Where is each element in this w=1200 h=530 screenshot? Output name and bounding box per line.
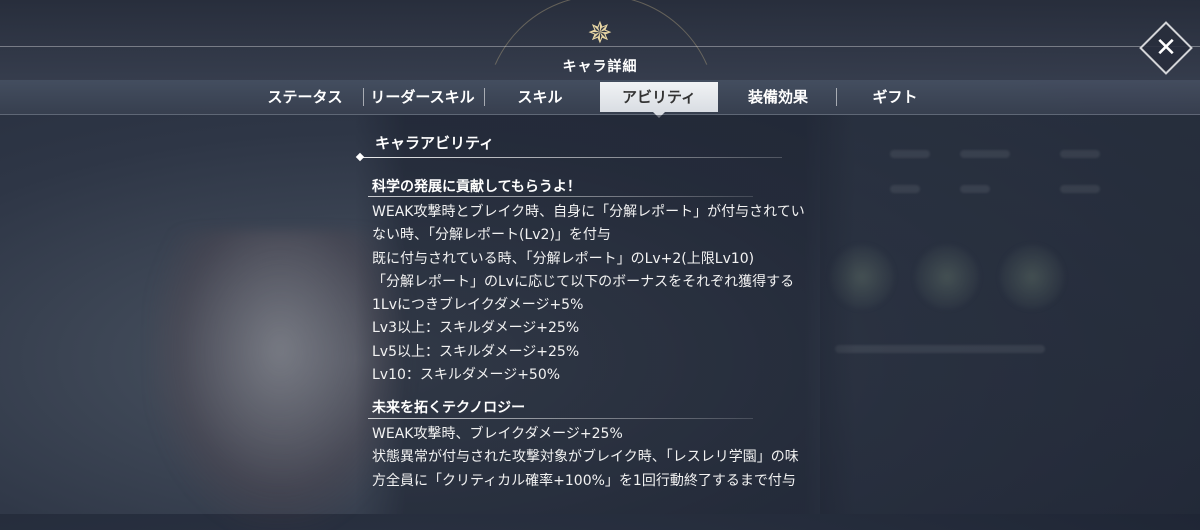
tab-gift[interactable]: ギフト: [845, 80, 945, 114]
ability-line: 状態異常が付与された攻撃対象がブレイク時、「レスレリ学園」の味: [372, 449, 799, 466]
ability-line: 方全員に「クリティカル確率+100%」を1回行動終了するまで付与: [372, 472, 796, 489]
tab-status[interactable]: ステータス: [255, 80, 355, 114]
compass-star-icon: ✵: [587, 16, 613, 51]
ability-description: WEAK攻撃時とブレイク時、自身に「分解レポート」が付与されてい ない時、「分解…: [372, 201, 805, 387]
background-equipment-slot: [915, 245, 979, 309]
tab-separator: [484, 88, 485, 106]
tab-separator: [363, 88, 364, 106]
tab-leader-skill[interactable]: リーダースキル: [365, 80, 480, 114]
background-equipment-slot: [1000, 245, 1064, 309]
background-blur-text: [1060, 185, 1100, 193]
ability-name: 未来を拓くテクノロジー: [372, 400, 526, 416]
ability-line: WEAK攻撃時とブレイク時、自身に「分解レポート」が付与されてい: [372, 204, 805, 220]
ability-divider: [368, 196, 753, 197]
tab-skill[interactable]: スキル: [490, 80, 590, 114]
ability-divider: [368, 418, 753, 419]
ability-line: ない時、「分解レポート(Lv2)」を付与: [372, 227, 611, 244]
ability-line: 既に付与されている時、「分解レポート」のLv+2(上限Lv10): [372, 250, 755, 267]
background-blur-text: [890, 185, 920, 193]
background-blur-text: [890, 150, 930, 158]
ability-line: Lv10：スキルダメージ+50%: [372, 367, 561, 384]
background-blur-text: [835, 345, 1045, 353]
tab-equipment-effect[interactable]: 装備効果: [728, 80, 828, 114]
section-title: キャラアビリティ: [375, 134, 495, 152]
section-divider: [362, 157, 782, 158]
ability-line: Lv5以上：スキルダメージ+25%: [372, 343, 580, 360]
tab-ability[interactable]: アビリティ: [600, 82, 718, 112]
ability-line: 「分解レポート」のLvに応じて以下のボーナスをそれぞれ獲得する: [372, 273, 795, 290]
ability-line: Lv3以上：スキルダメージ+25%: [372, 320, 580, 337]
ability-description: WEAK攻撃時、ブレイクダメージ+25% 状態異常が付与された攻撃対象がブレイク…: [372, 423, 799, 493]
tab-separator: [836, 88, 837, 106]
ability-line: 1Lvにつきブレイクダメージ+5%: [372, 297, 584, 314]
page-title: キャラ詳細: [562, 59, 638, 75]
ability-name: 科学の発展に貢献してもらうよ！: [372, 179, 581, 195]
background-blur-text: [960, 150, 1010, 158]
background-blur-text: [1060, 150, 1100, 158]
ability-line: WEAK攻撃時、ブレイクダメージ+25%: [372, 426, 623, 442]
background-status-panel: [820, 115, 1200, 514]
close-icon[interactable]: ✕: [1147, 29, 1185, 67]
background-blur-text: [960, 185, 990, 193]
